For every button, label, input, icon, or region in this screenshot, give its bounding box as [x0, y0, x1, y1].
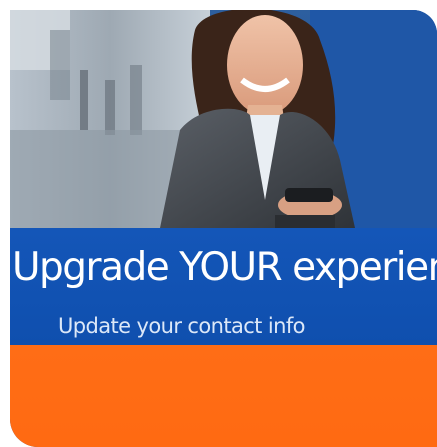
- woman-phone-photo: [10, 10, 437, 228]
- promo-headline: Upgrade YOUR experience: [12, 245, 437, 290]
- photo-illustration: [10, 10, 437, 228]
- orange-footer-band: [10, 345, 437, 447]
- promo-banner: Upgrade YOUR experience Update your cont…: [10, 228, 437, 345]
- promo-subline[interactable]: Update your contact info: [58, 316, 305, 337]
- promo-card[interactable]: Upgrade YOUR experience Update your cont…: [10, 10, 437, 447]
